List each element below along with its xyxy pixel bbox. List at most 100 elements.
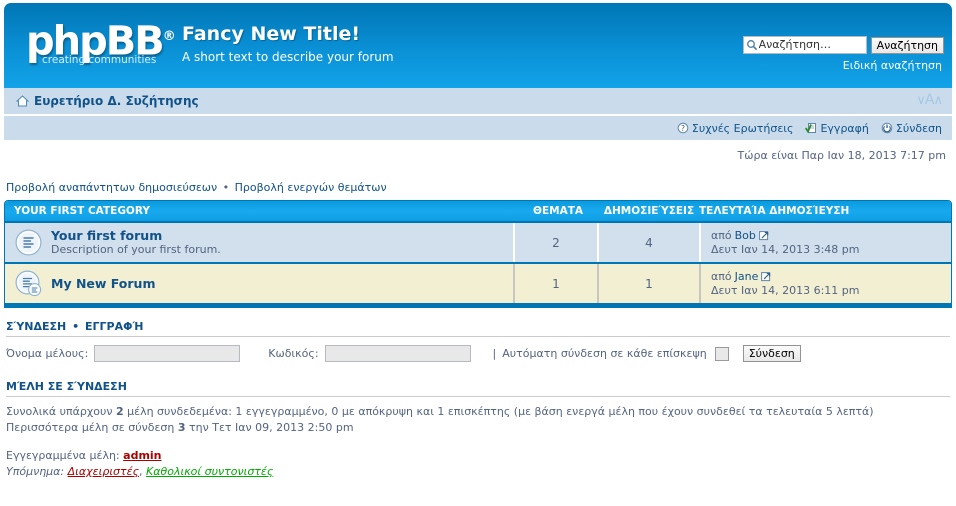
navbar: Ευρετήριο Δ. Συζήτησης ∨A∧ ? Συχνές Ερωτ… [4, 88, 952, 140]
nav-faq-link[interactable]: ? Συχνές Ερωτήσεις [677, 121, 794, 135]
autologin-checkbox[interactable] [714, 346, 729, 361]
site-title: Fancy New Title! [182, 23, 361, 45]
navbar-top-row: Ευρετήριο Δ. Συζήτησης ∨A∧ [4, 88, 952, 116]
nav-faq-label: Συχνές Ερωτήσεις [691, 121, 794, 135]
online-stats-suffix: μέλη συνδεδεμένα: 1 εγγεγραμμένο, 0 με α… [127, 405, 874, 418]
online-record-line: Περισσότερα μέλη σε σύνδεση 3 την Τετ Ια… [6, 420, 950, 436]
search-input[interactable] [757, 38, 859, 52]
advanced-search-link[interactable]: Ειδική αναζήτηση [843, 59, 942, 72]
navbar-bottom-row: ? Συχνές Ερωτήσεις Εγγραφή Σύνδεση [4, 116, 952, 140]
online-legend: Εγγεγραμμένα μέλη: admin Υπόμνημα: Διαχε… [6, 436, 950, 480]
home-icon [15, 95, 30, 107]
online-user-link[interactable]: admin [123, 449, 161, 462]
forum-description: Description of your first forum. [51, 243, 221, 256]
column-header-last-post: ΤΕΛΕΥΤΑΊΑ ΔΗΜΟΣΊΕΥΣΗ [699, 205, 850, 217]
font-increase-icon[interactable]: ∧ [933, 93, 942, 108]
online-stats-prefix: Συνολικά υπάρχουν [6, 405, 113, 418]
who-is-online-section: ΜΈΛΗ ΣΕ ΣΎΝΔΕΣΗ Συνολικά υπάρχουν 2 μέλη… [6, 368, 950, 480]
forum-link[interactable]: Your first forum [51, 228, 221, 243]
register-title-link[interactable]: ΕΓΓΡΑΦΉ [85, 320, 144, 333]
forum-topics-count: 1 [513, 264, 597, 303]
last-post-author-link[interactable]: Jane [735, 270, 759, 284]
last-post-date: Δευτ Ιαν 14, 2013 3:48 pm [711, 242, 860, 256]
login-section-title: ΣΎΝΔΕΣΗ • ΕΓΓΡΑΦΉ [6, 308, 950, 337]
view-unanswered-posts-link[interactable]: Προβολή αναπάντητων δημοσιεύσεων [6, 181, 217, 194]
forum-list: YOUR FIRST CATEGORY ΘΕΜΑΤΑ ΔΗΜΟΣΙΕΎΣΕΙΣ … [4, 200, 952, 308]
login-section: ΣΎΝΔΕΣΗ • ΕΓΓΡΑΦΉ Όνομα μέλους: Κωδικός:… [6, 308, 950, 368]
goto-last-post-icon[interactable] [761, 271, 771, 282]
nav-login-label: Σύνδεση [895, 121, 942, 135]
search-area: Αναζήτηση [742, 36, 944, 54]
online-total-count: 2 [115, 405, 124, 418]
forum-read-icon[interactable] [15, 229, 42, 256]
legend-line: Υπόμνημα: Διαχειριστές, Καθολικοί συντον… [6, 464, 950, 480]
login-icon [881, 122, 893, 134]
online-section-title: ΜΈΛΗ ΣΕ ΣΎΝΔΕΣΗ [6, 368, 950, 397]
action-links-separator: • [222, 181, 230, 194]
forum-cell: My New Forum [5, 264, 513, 303]
register-icon [805, 122, 817, 134]
faq-icon: ? [677, 122, 689, 134]
login-form: Όνομα μέλους: Κωδικός: | Αυτόματη σύνδεσ… [6, 337, 950, 368]
category-title[interactable]: YOUR FIRST CATEGORY [5, 205, 517, 217]
phpbb-logo[interactable]: phpBB® creating communities [26, 17, 176, 73]
login-title-separator: • [72, 320, 80, 333]
site-description: A short text to describe your forum [182, 50, 394, 64]
nav-register-link[interactable]: Εγγραφή [805, 121, 869, 135]
forum-last-post: από Bob Δευτ Ιαν 14, 2013 3:48 pm [699, 223, 951, 262]
view-active-topics-link[interactable]: Προβολή ενεργών θεμάτων [235, 181, 387, 194]
svg-text:?: ? [681, 124, 685, 133]
forum-page: phpBB® creating communities Fancy New Ti… [0, 3, 956, 506]
username-input[interactable] [94, 345, 241, 362]
registered-users-label: Εγγεγραμμένα μέλη: [6, 449, 120, 462]
nav-login-link[interactable]: Σύνδεση [881, 122, 942, 135]
login-button[interactable]: Σύνδεση [742, 345, 801, 362]
online-record-prefix: Περισσότερα μέλη σε σύνδεση [6, 421, 175, 434]
login-title-link[interactable]: ΣΎΝΔΕΣΗ [6, 320, 66, 333]
online-record-count: 3 [177, 421, 186, 434]
autologin-label: Αυτόματη σύνδεση σε κάθε επίσκεψη [502, 347, 707, 360]
action-links: Προβολή αναπάντητων δημοσιεύσεων • Προβο… [6, 181, 952, 194]
login-field-separator: | [492, 347, 497, 360]
breadcrumb-board-index[interactable]: Ευρετήριο Δ. Συζήτησης [34, 94, 199, 108]
registered-users-line: Εγγεγραμμένα μέλη: admin [6, 448, 950, 464]
forum-link[interactable]: My New Forum [51, 276, 156, 291]
logo-registered-mark: ® [162, 29, 176, 44]
nav-register-label: Εγγραφή [820, 121, 869, 135]
forum-read-subforum-icon[interactable] [15, 270, 42, 297]
username-label: Όνομα μέλους: [6, 347, 89, 360]
last-post-author-line: από Bob [711, 229, 951, 243]
online-total-line: Συνολικά υπάρχουν 2 μέλη συνδεδεμένα: 1 … [6, 404, 950, 420]
legend-global-moderators-link[interactable]: Καθολικοί συντονιστές [146, 465, 273, 478]
forum-text-block: My New Forum [51, 276, 156, 291]
font-decrease-icon[interactable]: ∨ [916, 93, 925, 108]
font-size-controls[interactable]: ∨A∧ [916, 92, 943, 108]
legend-comma: , [139, 465, 143, 478]
logo-tagline: creating communities [42, 54, 157, 67]
forum-last-post: από Jane Δευτ Ιαν 14, 2013 6:11 pm [699, 264, 951, 303]
last-post-author-line: από Jane [711, 270, 951, 284]
forum-cell: Your first forum Description of your fir… [5, 223, 513, 262]
online-statistics: Συνολικά υπάρχουν 2 μέλη συνδεδεμένα: 1 … [6, 397, 950, 436]
password-input[interactable] [324, 345, 471, 362]
last-post-prefix: από [711, 269, 732, 283]
legend-administrators-link[interactable]: Διαχειριστές [68, 465, 139, 478]
forum-posts-count: 4 [597, 223, 699, 262]
search-button[interactable]: Αναζήτηση [870, 36, 944, 54]
last-post-date: Δευτ Ιαν 14, 2013 6:11 pm [711, 283, 860, 297]
legend-label: Υπόμνημα: [6, 465, 65, 478]
goto-last-post-icon[interactable] [758, 230, 769, 241]
search-field-wrapper[interactable] [742, 36, 867, 54]
breadcrumb: Ευρετήριο Δ. Συζήτησης [4, 94, 199, 108]
search-icon [746, 39, 758, 51]
forum-topics-count: 2 [513, 223, 597, 262]
current-time: Τώρα είναι Παρ Ιαν 18, 2013 7:17 pm [737, 149, 946, 162]
online-title-link[interactable]: ΜΈΛΗ ΣΕ ΣΎΝΔΕΣΗ [6, 380, 127, 393]
forum-text-block: Your first forum Description of your fir… [51, 228, 221, 257]
site-header: phpBB® creating communities Fancy New Ti… [4, 3, 952, 88]
forum-posts-count: 1 [597, 264, 699, 303]
last-post-prefix: από [711, 228, 732, 242]
table-row: Your first forum Description of your fir… [5, 221, 951, 262]
last-post-author-link[interactable]: Bob [735, 229, 756, 243]
online-record-suffix: την Τετ Ιαν 09, 2013 2:50 pm [189, 421, 354, 434]
